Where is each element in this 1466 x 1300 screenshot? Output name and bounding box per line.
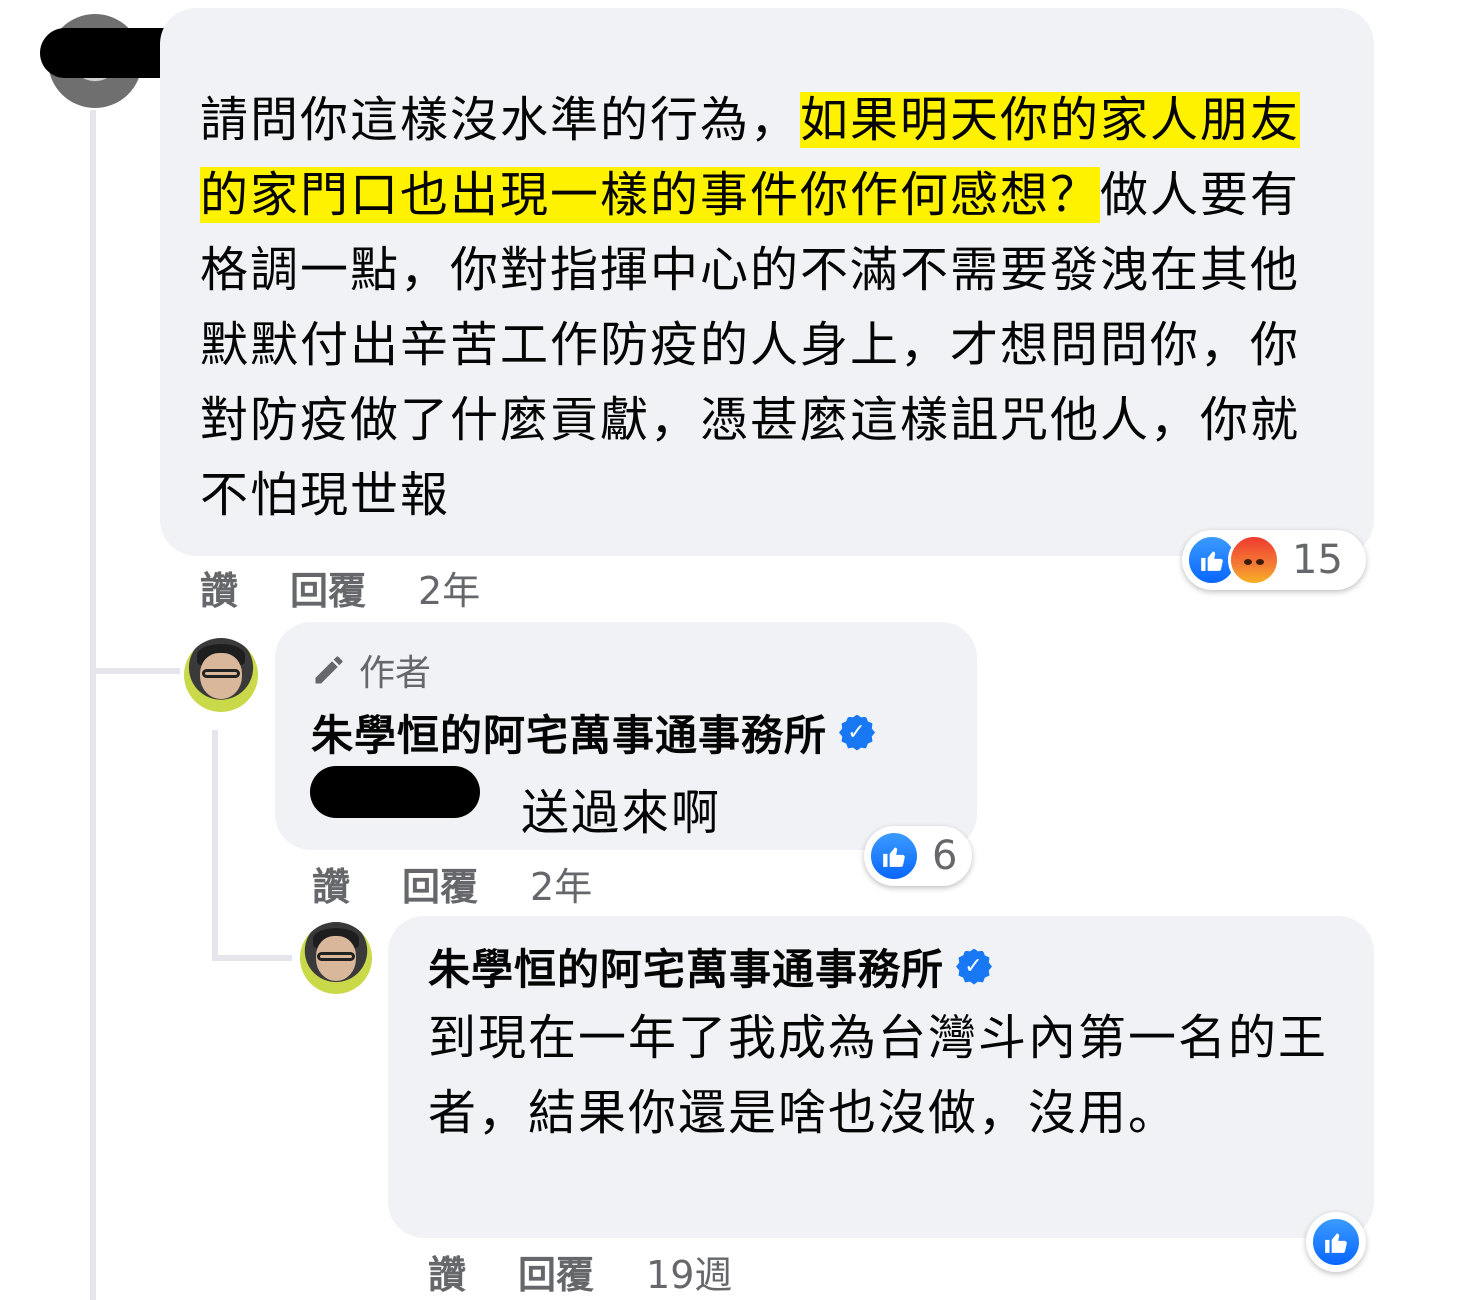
author-avatar[interactable]: [300, 922, 372, 994]
author-name[interactable]: 朱學恒的阿宅萬事通事務所 ✓: [311, 702, 941, 763]
reaction-summary[interactable]: 6: [864, 826, 972, 886]
like-button[interactable]: 讚: [200, 560, 238, 615]
like-reaction-icon: [1310, 1216, 1362, 1268]
timestamp-link[interactable]: 2年: [418, 560, 480, 615]
comment-actions: 讚 回覆 2年: [200, 560, 532, 615]
reply-button[interactable]: 回覆: [518, 1244, 594, 1299]
author-badge: 作者: [311, 644, 941, 696]
author-avatar[interactable]: [184, 638, 258, 712]
pencil-icon: [315, 656, 343, 684]
like-reaction-icon: [868, 830, 920, 882]
reaction-summary[interactable]: [1306, 1212, 1366, 1272]
reply-text: 到現在一年了我成為台灣斗內第一名的王者，結果你還是啥也沒做，沒用。: [428, 1010, 1329, 1141]
redacted-mention: [310, 766, 480, 818]
author-name[interactable]: 朱學恒的阿宅萬事通事務所 ✓: [428, 936, 1334, 997]
reply-actions: 讚 回覆 19週: [428, 1244, 784, 1299]
reply-text: 送過來啊: [521, 785, 722, 841]
timestamp-link[interactable]: 2年: [530, 856, 592, 911]
reaction-count: 6: [932, 833, 958, 879]
thread-line-reply1: [212, 730, 218, 960]
comment-text: 請問你這樣沒水準的行為，如果明天你的家人朋友的家門口也出現一樣的事件你作何感想？…: [200, 83, 1330, 533]
timestamp-link[interactable]: 19週: [646, 1244, 732, 1299]
thread-connector-reply2: [212, 955, 292, 961]
author-name-text: 朱學恒的阿宅萬事通事務所: [428, 945, 945, 994]
reply-button[interactable]: 回覆: [290, 560, 366, 615]
verified-badge-icon: ✓: [956, 948, 993, 985]
thread-connector-reply1: [90, 668, 180, 674]
verified-badge-icon: ✓: [839, 714, 876, 751]
comment-bubble: 請問你這樣沒水準的行為，如果明天你的家人朋友的家門口也出現一樣的事件你作何感想？…: [160, 8, 1374, 556]
reply-button[interactable]: 回覆: [402, 856, 478, 911]
reaction-count: 15: [1292, 537, 1343, 583]
like-button[interactable]: 讚: [428, 1244, 466, 1299]
reaction-summary[interactable]: 15: [1182, 530, 1366, 590]
reply-actions: 讚 回覆 2年: [312, 856, 644, 911]
angry-reaction-icon: [1228, 534, 1280, 586]
thread-line-main: [90, 110, 96, 1300]
like-button[interactable]: 讚: [312, 856, 350, 911]
reply-bubble: 朱學恒的阿宅萬事通事務所 ✓ 到現在一年了我成為台灣斗內第一名的王者，結果你還是…: [388, 916, 1374, 1238]
comment-text-part: 請問你這樣沒水準的行為，: [200, 92, 801, 148]
author-badge-label: 作者: [359, 653, 432, 694]
author-name-text: 朱學恒的阿宅萬事通事務所: [311, 711, 828, 760]
